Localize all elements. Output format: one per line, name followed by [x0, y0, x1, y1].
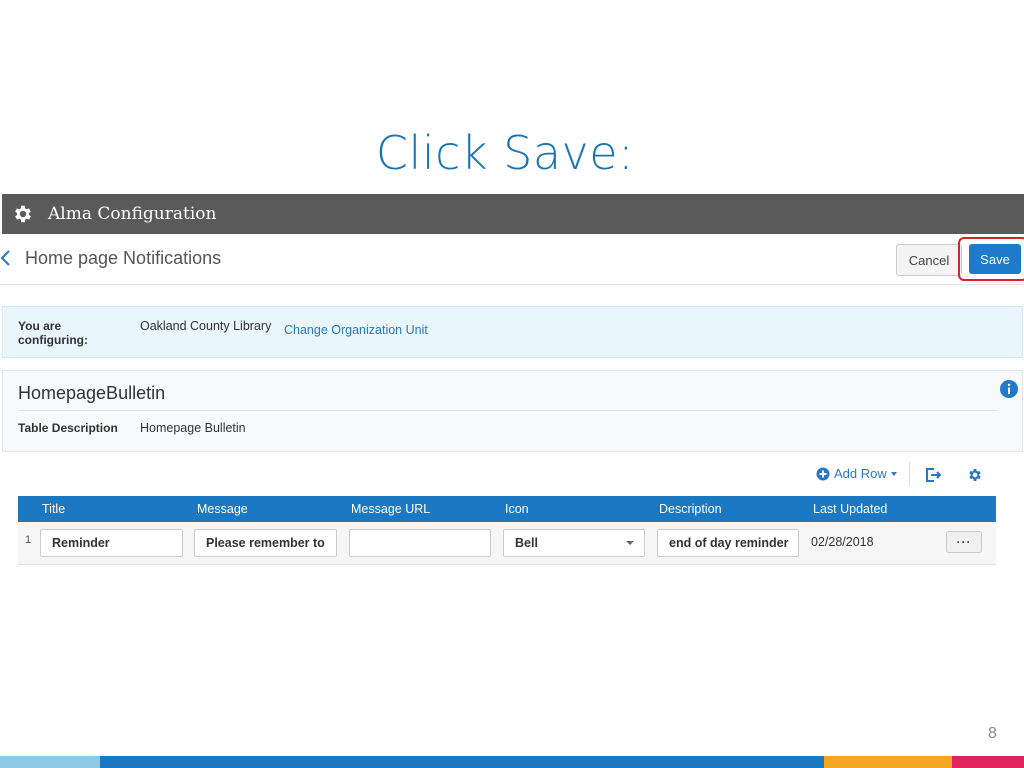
- footer-segment: [824, 756, 952, 768]
- table-description-label: Table Description: [18, 421, 118, 435]
- message-url-input[interactable]: [349, 529, 491, 557]
- caret-down-icon: [626, 541, 634, 545]
- footer-segment: [0, 756, 100, 768]
- table-info-panel: HomepageBulletin Table Description Homep…: [2, 370, 1023, 452]
- slide-title: Click Save:: [375, 126, 635, 180]
- config-org-name: Oakland County Library: [140, 319, 272, 333]
- column-header-icon[interactable]: Icon: [505, 502, 529, 516]
- page-number: 8: [988, 725, 997, 742]
- column-header-last-updated[interactable]: Last Updated: [813, 502, 887, 516]
- add-row-label: Add Row: [834, 466, 887, 481]
- divider: [18, 410, 998, 411]
- change-org-unit-link[interactable]: Change Organization Unit: [284, 323, 428, 337]
- table-header: Title Message Message URL Icon Descripti…: [18, 496, 996, 522]
- add-row-button[interactable]: Add Row: [816, 466, 897, 481]
- page-title: Home page Notifications: [25, 248, 222, 268]
- column-header-description[interactable]: Description: [659, 502, 722, 516]
- caret-down-icon: [890, 471, 897, 476]
- config-context-panel: You are configuring: Oakland County Libr…: [2, 306, 1023, 358]
- row-actions-button[interactable]: ···: [946, 531, 982, 553]
- last-updated-value: 02/28/2018: [811, 535, 874, 549]
- save-highlight-box: [958, 237, 1024, 281]
- gear-icon[interactable]: [11, 202, 35, 226]
- gear-icon[interactable]: [967, 467, 983, 483]
- cancel-button[interactable]: Cancel: [896, 244, 962, 276]
- export-icon[interactable]: [924, 466, 942, 484]
- info-icon[interactable]: [999, 379, 1019, 399]
- table-name: HomepageBulletin: [18, 383, 166, 403]
- icon-select[interactable]: Bell: [503, 529, 645, 557]
- plus-circle-icon: [816, 467, 830, 481]
- table-row: 1 Reminder Please remember to Bell end o…: [18, 522, 996, 565]
- column-header-message-url[interactable]: Message URL: [351, 502, 430, 516]
- row-number: 1: [25, 534, 32, 546]
- page-header: Home page Notifications Cancel Save: [0, 234, 1024, 285]
- column-header-message[interactable]: Message: [197, 502, 248, 516]
- chevron-left-icon[interactable]: [0, 246, 16, 270]
- config-label: You are configuring:: [18, 319, 88, 347]
- footer-color-bar: [0, 756, 1024, 768]
- app-header: Alma Configuration: [2, 194, 1024, 234]
- footer-segment: [952, 756, 1024, 768]
- message-input[interactable]: Please remember to: [194, 529, 337, 557]
- data-table: Title Message Message URL Icon Descripti…: [18, 496, 996, 565]
- description-input[interactable]: end of day reminder: [657, 529, 799, 557]
- title-input[interactable]: Reminder: [40, 529, 183, 557]
- column-header-title[interactable]: Title: [42, 502, 65, 516]
- table-toolbar: Add Row: [800, 462, 1000, 488]
- app-title: Alma Configuration: [48, 204, 217, 224]
- icon-select-value: Bell: [515, 536, 538, 550]
- table-description-value: Homepage Bulletin: [140, 421, 246, 435]
- footer-segment: [100, 756, 824, 768]
- toolbar-divider: [909, 462, 910, 486]
